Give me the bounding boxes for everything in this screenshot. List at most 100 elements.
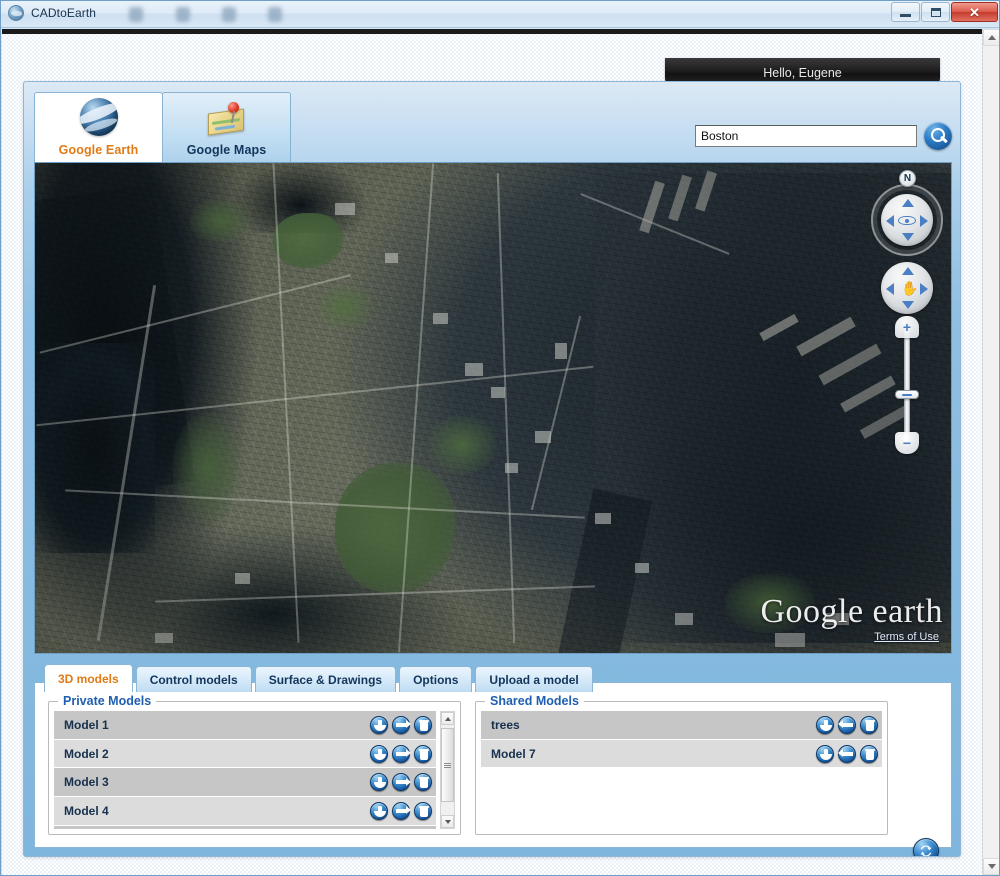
- delete-icon[interactable]: [414, 773, 432, 792]
- look-joystick[interactable]: [881, 194, 933, 246]
- scroll-down-button[interactable]: [441, 815, 454, 828]
- refresh-button[interactable]: [913, 838, 939, 856]
- app-panel: Google Earth Google Maps Boston N ✋ + − …: [23, 81, 961, 857]
- move-right-icon[interactable]: [392, 715, 411, 734]
- download-icon[interactable]: [370, 773, 388, 792]
- search-button[interactable]: [924, 122, 952, 150]
- chevron-down-icon: [444, 819, 451, 824]
- zoom-slider-track[interactable]: [904, 328, 910, 442]
- table-row[interactable]: Model 5: [54, 825, 436, 829]
- minimize-icon: [900, 13, 911, 17]
- chevron-up-icon: [444, 716, 451, 721]
- minimize-button[interactable]: [891, 2, 920, 22]
- page-content: Hello, Eugene Google Earth Google Maps B…: [2, 29, 999, 875]
- provider-tab-google-earth[interactable]: Google Earth: [34, 92, 163, 162]
- terms-of-use-link[interactable]: Terms of Use: [874, 631, 939, 643]
- move-right-icon[interactable]: [392, 773, 411, 792]
- google-earth-watermark: Google earth: [760, 595, 943, 629]
- download-icon[interactable]: [370, 801, 388, 820]
- delete-icon[interactable]: [414, 801, 432, 820]
- zoom-in-button[interactable]: +: [895, 316, 919, 338]
- private-models-list-viewport: Model 1 Model 2 Model 3 Model 4: [54, 711, 436, 829]
- close-button[interactable]: ✕: [951, 2, 998, 22]
- scrollbar-thumb[interactable]: [441, 728, 454, 802]
- private-models-legend: Private Models: [58, 694, 157, 708]
- page-scroll-up-button[interactable]: [983, 29, 999, 46]
- tab-options-label: Options: [413, 672, 459, 687]
- provider-tab-google-maps[interactable]: Google Maps: [162, 92, 291, 162]
- row-actions: [370, 715, 432, 734]
- move-right-icon[interactable]: [392, 801, 411, 820]
- move-left-icon[interactable]: [837, 744, 856, 763]
- north-indicator[interactable]: N: [899, 170, 916, 187]
- hand-icon[interactable]: ✋: [898, 279, 918, 297]
- model-name: Model 2: [64, 746, 109, 761]
- model-name: Model 7: [491, 746, 536, 761]
- look-right-arrow-icon[interactable]: [920, 215, 928, 227]
- pan-joystick[interactable]: ✋: [881, 262, 933, 314]
- page-scrollbar[interactable]: [982, 29, 999, 875]
- pan-up-arrow-icon[interactable]: [902, 267, 914, 275]
- tab-control-models[interactable]: Control models: [135, 666, 252, 692]
- tab-3d-models[interactable]: 3D models: [44, 664, 133, 692]
- delete-icon[interactable]: [414, 744, 432, 763]
- zoom-out-button[interactable]: −: [895, 432, 919, 454]
- tab-surface-drawings-label: Surface & Drawings: [268, 672, 383, 687]
- table-row[interactable]: Model 3: [54, 768, 436, 798]
- map-viewport[interactable]: N ✋ + − Google earth Terms of Use: [34, 162, 952, 654]
- delete-icon[interactable]: [860, 715, 878, 734]
- delete-icon[interactable]: [860, 744, 878, 763]
- look-up-arrow-icon[interactable]: [902, 199, 914, 207]
- row-actions: [816, 715, 878, 734]
- scroll-up-button[interactable]: [441, 712, 454, 725]
- models-panel: Private Models Model 1 Model 2 Model 3 M…: [34, 682, 952, 856]
- search-bar: [695, 122, 952, 150]
- eye-icon[interactable]: [898, 211, 916, 229]
- google-maps-pin-icon: [207, 102, 247, 136]
- private-models-scrollbar[interactable]: [440, 711, 455, 829]
- download-icon[interactable]: [370, 744, 388, 763]
- watermark-google-text: Google: [760, 593, 864, 630]
- table-row[interactable]: Model 2: [54, 739, 436, 769]
- globe-icon: [8, 5, 24, 21]
- application-window: CADtoEarth ✕ Hello, Eugene Google Earth …: [0, 0, 1000, 876]
- zoom-slider[interactable]: + −: [893, 316, 921, 454]
- zoom-slider-thumb[interactable]: [895, 390, 919, 399]
- download-icon[interactable]: [816, 715, 834, 734]
- delete-icon[interactable]: [414, 715, 432, 734]
- app-panel-inner: Google Earth Google Maps Boston N ✋ + − …: [34, 92, 952, 856]
- provider-tab-google-earth-label: Google Earth: [58, 143, 139, 157]
- maximize-icon: [930, 7, 941, 17]
- pan-down-arrow-icon[interactable]: [902, 301, 914, 309]
- table-row[interactable]: trees: [481, 711, 882, 740]
- table-row[interactable]: Model 7: [481, 739, 882, 769]
- row-actions: [370, 744, 432, 763]
- row-actions: [370, 773, 432, 792]
- private-models-list: Model 1 Model 2 Model 3 Model 4: [54, 711, 436, 829]
- download-icon[interactable]: [816, 744, 834, 763]
- move-left-icon[interactable]: [837, 715, 856, 734]
- table-row[interactable]: Model 1: [54, 711, 436, 740]
- model-name: Model 3: [64, 775, 109, 790]
- page-scroll-down-button[interactable]: [983, 858, 999, 875]
- tab-surface-drawings[interactable]: Surface & Drawings: [254, 666, 397, 692]
- model-name: Model 4: [64, 803, 109, 818]
- chevron-up-icon: [987, 35, 996, 40]
- search-input[interactable]: [695, 125, 917, 147]
- pan-right-arrow-icon[interactable]: [920, 283, 928, 295]
- maximize-button[interactable]: [921, 2, 950, 22]
- download-icon[interactable]: [370, 715, 388, 734]
- look-left-arrow-icon[interactable]: [886, 215, 894, 227]
- window-title: CADtoEarth: [31, 6, 97, 20]
- model-name: Model 1: [64, 717, 109, 732]
- provider-tab-bar: Google Earth Google Maps: [34, 92, 291, 162]
- look-down-arrow-icon[interactable]: [902, 233, 914, 241]
- pan-left-arrow-icon[interactable]: [886, 283, 894, 295]
- tab-options[interactable]: Options: [399, 666, 473, 692]
- move-right-icon[interactable]: [392, 744, 411, 763]
- google-earth-globe-icon: [79, 98, 118, 136]
- table-row[interactable]: Model 4: [54, 797, 436, 826]
- tab-control-models-label: Control models: [149, 672, 238, 687]
- refresh-icon: [920, 845, 932, 856]
- tab-upload-a-model[interactable]: Upload a model: [475, 666, 593, 692]
